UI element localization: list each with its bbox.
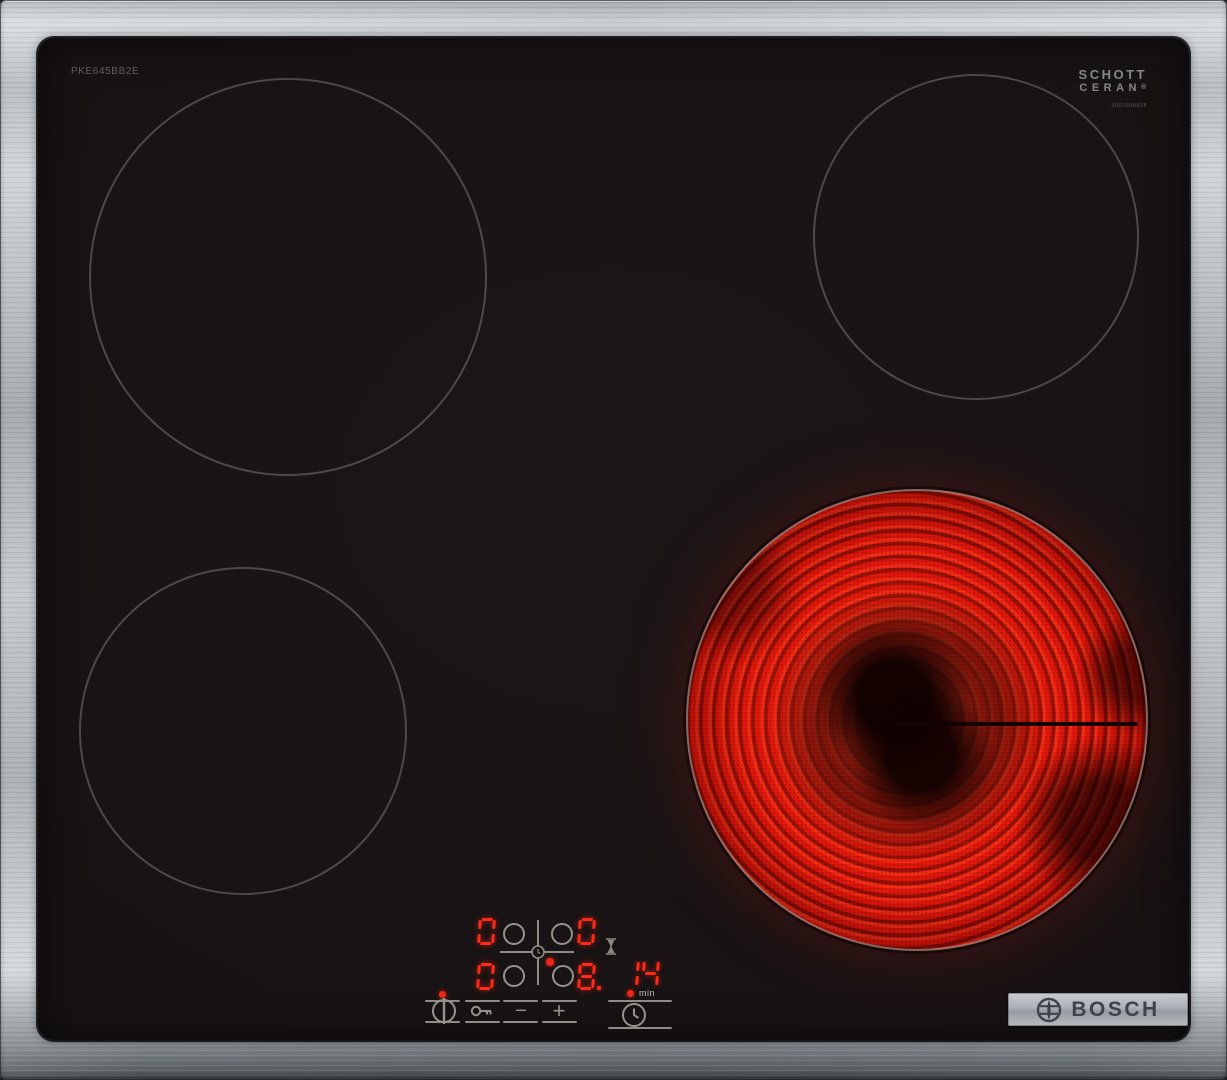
zone-select-rear-left-button[interactable] [503, 923, 525, 945]
touch-line [465, 1021, 500, 1023]
key-lock-icon [470, 1004, 494, 1018]
zone-select-front-right-button[interactable] [552, 965, 574, 987]
model-number: PKE645BB2E [71, 66, 139, 77]
burner-ring-front-left [79, 567, 407, 895]
schott-logo-line2: CERAN® [1079, 81, 1147, 95]
burner-ring-rear-right [813, 74, 1139, 400]
display-rear-right [578, 918, 598, 945]
plus-icon: + [553, 998, 566, 1023]
schott-ceran-logo: SCHOTT CERAN® 9001608918 [1079, 68, 1147, 113]
glass-serial-number: 9001608918 [1079, 100, 1147, 113]
plus-button[interactable]: + [547, 1000, 571, 1022]
power-icon [431, 997, 457, 1025]
touch-line [465, 1000, 500, 1002]
timer-button[interactable] [621, 1002, 647, 1031]
touch-control-panel: min [418, 908, 690, 1038]
display-timer [622, 960, 662, 987]
display-rear-left [478, 918, 498, 945]
bosch-logo-plate: BOSCH [1008, 993, 1188, 1026]
zone-select-rear-right-button[interactable] [551, 923, 573, 945]
thermal-limiter-loop [933, 710, 942, 732]
zone-select-front-left-button[interactable] [503, 965, 525, 987]
zone-divider-cross [537, 920, 539, 947]
hourglass-icon [605, 938, 617, 955]
zone-divider-cross [537, 957, 539, 985]
burner-ring-rear-left [89, 78, 487, 476]
registered-mark: ® [1141, 84, 1146, 91]
bosch-symbol-icon [1036, 997, 1062, 1023]
power-button[interactable] [431, 997, 457, 1028]
ceramic-glass-surface: PKE645BB2E SCHOTT CERAN® 9001608918 [38, 38, 1189, 1040]
child-lock-button[interactable] [470, 1004, 494, 1021]
selected-zone-led [546, 958, 554, 966]
display-front-left [477, 963, 497, 990]
thermal-limiter-rod [894, 722, 1138, 726]
zone-divider-cross [543, 951, 574, 953]
timer-unit-label: min [639, 988, 655, 998]
minus-button[interactable]: − [509, 1002, 533, 1020]
burner-front-right-glowing [686, 489, 1148, 951]
timer-clock-icon [621, 1002, 647, 1028]
minus-icon: − [515, 1000, 527, 1022]
center-clock-icon [531, 945, 545, 959]
cooktop: PKE645BB2E SCHOTT CERAN® 9001608918 [0, 0, 1227, 1080]
timer-min-led [627, 990, 634, 997]
zone-divider-cross [500, 951, 533, 953]
schott-logo-line1: SCHOTT [1079, 68, 1147, 81]
ceran-dot-texture [688, 491, 1146, 949]
display-front-right [578, 963, 601, 990]
bosch-logo-text: BOSCH [1071, 998, 1159, 1022]
